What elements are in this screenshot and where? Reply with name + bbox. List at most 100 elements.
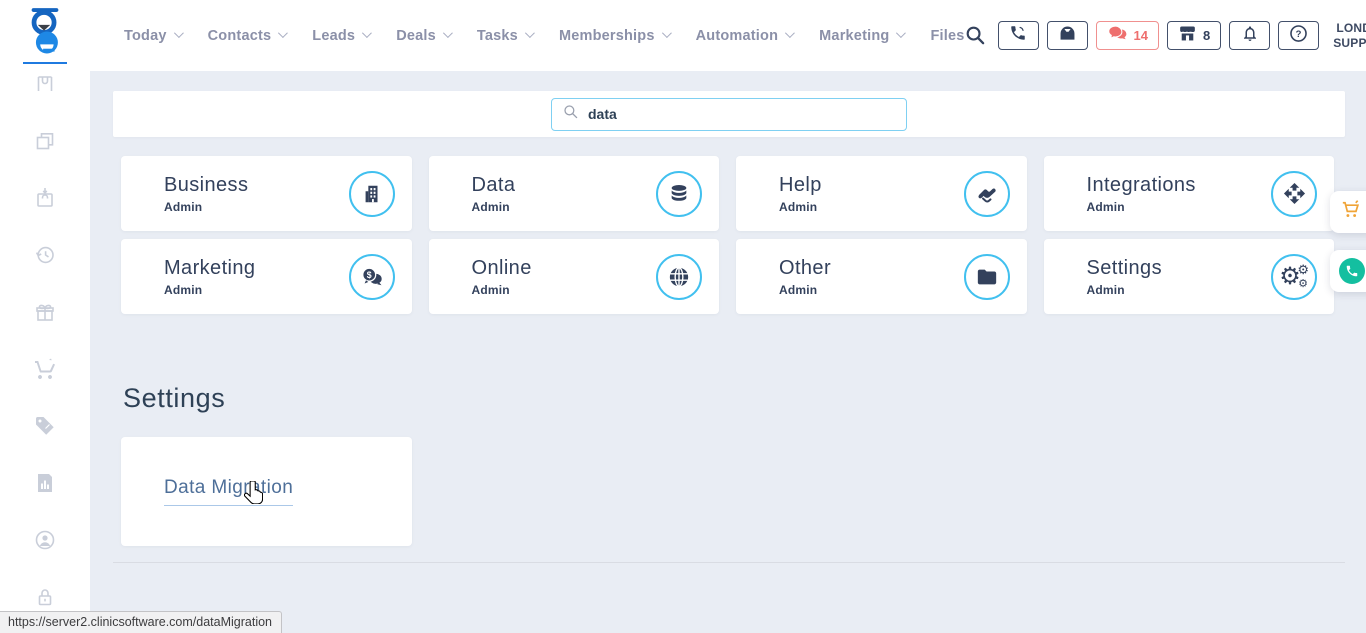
help-icon: ? bbox=[1289, 24, 1308, 48]
nav-item-automation[interactable]: Automation bbox=[696, 28, 793, 44]
cart-icon[interactable] bbox=[32, 356, 58, 382]
card-title: Help bbox=[779, 174, 964, 197]
top-navbar: Today Contacts Leads Deals Tasks Members… bbox=[0, 0, 1366, 71]
header-actions: 14 8 ? LONDON SUPPORT bbox=[965, 19, 1366, 53]
nav-label: Marketing bbox=[819, 28, 889, 44]
copy-icon[interactable] bbox=[32, 128, 58, 154]
inbox-icon bbox=[1058, 25, 1077, 47]
svg-text:$: $ bbox=[366, 269, 371, 279]
card-subtitle: Admin bbox=[1087, 200, 1272, 214]
gift-icon[interactable] bbox=[32, 299, 58, 325]
nav-item-marketing[interactable]: Marketing bbox=[819, 28, 903, 44]
chevron-down-icon bbox=[896, 28, 906, 38]
nav-label: Memberships bbox=[559, 28, 655, 44]
card-marketing[interactable]: Marketing Admin $ bbox=[121, 239, 412, 314]
store-button[interactable]: 8 bbox=[1167, 21, 1221, 50]
user-circle-icon[interactable] bbox=[32, 527, 58, 553]
card-subtitle: Admin bbox=[779, 200, 964, 214]
admin-cards-grid: Business Admin Data Admin Help Admin bbox=[121, 156, 1334, 314]
building-icon bbox=[349, 171, 395, 217]
card-data[interactable]: Data Admin bbox=[429, 156, 720, 231]
magnifier-icon bbox=[563, 104, 579, 125]
chevron-down-icon bbox=[785, 28, 795, 38]
help-button[interactable]: ? bbox=[1278, 21, 1319, 50]
left-sidebar bbox=[0, 71, 90, 633]
user-account-label: LONDON SUPPORT bbox=[1333, 21, 1366, 51]
card-title: Online bbox=[472, 257, 657, 280]
chevron-down-icon bbox=[525, 28, 535, 38]
main-nav: Today Contacts Leads Deals Tasks Members… bbox=[124, 28, 965, 44]
phone-call-icon bbox=[1009, 24, 1027, 47]
nav-item-memberships[interactable]: Memberships bbox=[559, 28, 669, 44]
card-title: Other bbox=[779, 257, 964, 280]
nav-item-contacts[interactable]: Contacts bbox=[208, 28, 286, 44]
nav-item-today[interactable]: Today bbox=[124, 28, 181, 44]
floating-cart-button[interactable] bbox=[1330, 191, 1366, 233]
main-content: Business Admin Data Admin Help Admin bbox=[90, 71, 1366, 633]
search-input[interactable] bbox=[588, 106, 895, 122]
card-title: Settings bbox=[1087, 257, 1272, 280]
nav-item-leads[interactable]: Leads bbox=[312, 28, 369, 44]
lock-icon[interactable] bbox=[32, 584, 58, 610]
card-subtitle: Admin bbox=[472, 283, 657, 297]
discount-tag-icon[interactable] bbox=[32, 413, 58, 439]
search-icon[interactable] bbox=[965, 25, 986, 46]
floating-whatsapp-button[interactable] bbox=[1330, 250, 1366, 292]
settings-links-card: Data Migration bbox=[121, 437, 412, 546]
card-subtitle: Admin bbox=[472, 200, 657, 214]
section-divider bbox=[113, 562, 1345, 563]
phone-call-button[interactable] bbox=[998, 21, 1039, 50]
card-title: Marketing bbox=[164, 257, 349, 280]
hourglass-logo-icon bbox=[24, 8, 66, 61]
user-label-line2: SUPPORT bbox=[1333, 36, 1366, 51]
nav-label: Files bbox=[930, 28, 964, 44]
card-subtitle: Admin bbox=[779, 283, 964, 297]
data-migration-link[interactable]: Data Migration bbox=[164, 477, 293, 506]
search-input-wrap bbox=[551, 98, 907, 131]
chat-dollar-icon: $ bbox=[349, 254, 395, 300]
svg-text:?: ? bbox=[1296, 28, 1302, 39]
inbox-button[interactable] bbox=[1047, 21, 1088, 50]
chevron-down-icon bbox=[278, 28, 288, 38]
database-icon bbox=[656, 171, 702, 217]
card-business[interactable]: Business Admin bbox=[121, 156, 412, 231]
card-subtitle: Admin bbox=[1087, 283, 1272, 297]
chevron-down-icon bbox=[362, 28, 372, 38]
chat-badge-count: 14 bbox=[1134, 28, 1148, 43]
handshake-icon bbox=[964, 171, 1010, 217]
card-online[interactable]: Online Admin bbox=[429, 239, 720, 314]
nav-item-tasks[interactable]: Tasks bbox=[477, 28, 532, 44]
store-badge-count: 8 bbox=[1203, 28, 1210, 43]
chevron-down-icon bbox=[662, 28, 672, 38]
history-icon[interactable] bbox=[32, 242, 58, 268]
card-title: Data bbox=[472, 174, 657, 197]
page-section-title: Settings bbox=[123, 383, 225, 414]
report-icon[interactable] bbox=[32, 470, 58, 496]
app-logo[interactable] bbox=[0, 0, 90, 71]
nav-label: Deals bbox=[396, 28, 436, 44]
nav-label: Tasks bbox=[477, 28, 518, 44]
card-title: Business bbox=[164, 174, 349, 197]
card-other[interactable]: Other Admin bbox=[736, 239, 1027, 314]
nav-label: Contacts bbox=[208, 28, 272, 44]
bell-icon bbox=[1241, 24, 1259, 48]
chevron-down-icon bbox=[174, 28, 184, 38]
card-integrations[interactable]: Integrations Admin bbox=[1044, 156, 1335, 231]
card-subtitle: Admin bbox=[164, 283, 349, 297]
nav-item-deals[interactable]: Deals bbox=[396, 28, 450, 44]
card-settings[interactable]: Settings Admin ⚙ ⚙ ⚙ bbox=[1044, 239, 1335, 314]
chat-notifications-button[interactable]: 14 bbox=[1096, 21, 1159, 50]
move-arrows-icon bbox=[1271, 171, 1317, 217]
storefront-icon bbox=[1178, 25, 1197, 47]
nav-label: Today bbox=[124, 28, 167, 44]
cart-icon bbox=[1339, 198, 1362, 226]
nav-item-files[interactable]: Files bbox=[930, 28, 964, 44]
card-title: Integrations bbox=[1087, 174, 1272, 197]
card-subtitle: Admin bbox=[164, 200, 349, 214]
card-help[interactable]: Help Admin bbox=[736, 156, 1027, 231]
gears-icon: ⚙ ⚙ ⚙ bbox=[1271, 254, 1317, 300]
notifications-button[interactable] bbox=[1229, 21, 1270, 50]
chevron-down-icon bbox=[443, 28, 453, 38]
storage-icon[interactable] bbox=[32, 71, 58, 97]
bag-download-icon[interactable] bbox=[32, 185, 58, 211]
